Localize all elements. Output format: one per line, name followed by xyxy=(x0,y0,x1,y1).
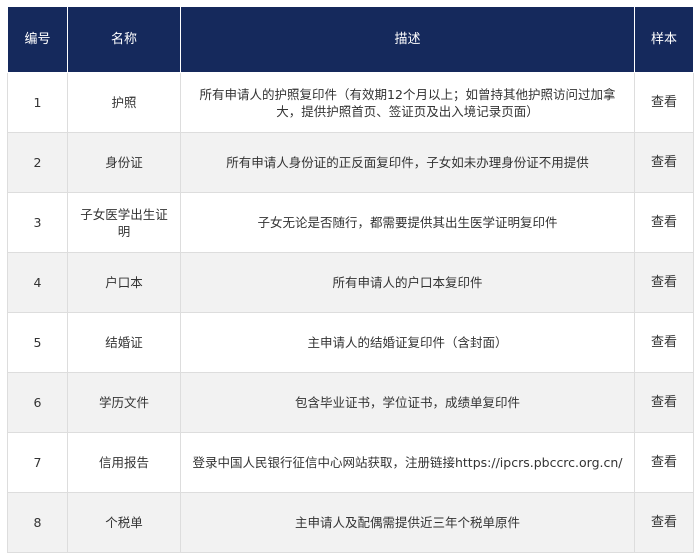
header-description: 描述 xyxy=(180,6,635,73)
row-number: 5 xyxy=(7,312,68,373)
row-description: 所有申请人的户口本复印件 xyxy=(180,252,635,313)
row-description: 登录中国人民银行征信中心网站获取，注册链接https://ipcrs.pbccr… xyxy=(180,432,635,493)
row-name: 个税单 xyxy=(67,492,181,553)
table-row: 8 个税单 主申请人及配偶需提供近三年个税单原件 查看 xyxy=(7,492,694,553)
view-sample-link[interactable]: 查看 xyxy=(634,372,694,433)
view-sample-link[interactable]: 查看 xyxy=(634,252,694,313)
table-row: 5 结婚证 主申请人的结婚证复印件（含封面） 查看 xyxy=(7,312,694,373)
view-sample-link[interactable]: 查看 xyxy=(634,492,694,553)
header-row: 编号 名称 描述 样本 xyxy=(7,6,694,73)
row-name: 子女医学出生证明 xyxy=(67,192,181,253)
row-number: 2 xyxy=(7,132,68,193)
header-name: 名称 xyxy=(67,6,181,73)
table-row: 4 户口本 所有申请人的户口本复印件 查看 xyxy=(7,252,694,313)
row-number: 8 xyxy=(7,492,68,553)
view-sample-link[interactable]: 查看 xyxy=(634,72,694,133)
row-description: 所有申请人的护照复印件（有效期12个月以上；如曾持其他护照访问过加拿大，提供护照… xyxy=(180,72,635,133)
page: 编号 名称 描述 样本 1 护照 所有申请人的护照复印件（有效期12个月以上；如… xyxy=(0,0,700,553)
header-sample: 样本 xyxy=(634,6,694,73)
table-row: 7 信用报告 登录中国人民银行征信中心网站获取，注册链接https://ipcr… xyxy=(7,432,694,493)
row-name: 结婚证 xyxy=(67,312,181,373)
row-description: 包含毕业证书，学位证书，成绩单复印件 xyxy=(180,372,635,433)
view-sample-link[interactable]: 查看 xyxy=(634,192,694,253)
row-name: 户口本 xyxy=(67,252,181,313)
row-number: 1 xyxy=(7,72,68,133)
row-number: 3 xyxy=(7,192,68,253)
row-name: 身份证 xyxy=(67,132,181,193)
row-description: 主申请人及配偶需提供近三年个税单原件 xyxy=(180,492,635,553)
view-sample-link[interactable]: 查看 xyxy=(634,432,694,493)
view-sample-link[interactable]: 查看 xyxy=(634,312,694,373)
row-name: 护照 xyxy=(67,72,181,133)
documents-table: 编号 名称 描述 样本 1 护照 所有申请人的护照复印件（有效期12个月以上；如… xyxy=(7,6,694,553)
table-row: 2 身份证 所有申请人身份证的正反面复印件，子女如未办理身份证不用提供 查看 xyxy=(7,132,694,193)
row-description: 子女无论是否随行，都需要提供其出生医学证明复印件 xyxy=(180,192,635,253)
table-row: 6 学历文件 包含毕业证书，学位证书，成绩单复印件 查看 xyxy=(7,372,694,433)
row-name: 学历文件 xyxy=(67,372,181,433)
row-number: 4 xyxy=(7,252,68,313)
table-body: 1 护照 所有申请人的护照复印件（有效期12个月以上；如曾持其他护照访问过加拿大… xyxy=(7,72,694,553)
header-number: 编号 xyxy=(7,6,68,73)
view-sample-link[interactable]: 查看 xyxy=(634,132,694,193)
row-name: 信用报告 xyxy=(67,432,181,493)
table-row: 3 子女医学出生证明 子女无论是否随行，都需要提供其出生医学证明复印件 查看 xyxy=(7,192,694,253)
row-description: 所有申请人身份证的正反面复印件，子女如未办理身份证不用提供 xyxy=(180,132,635,193)
row-number: 7 xyxy=(7,432,68,493)
row-description: 主申请人的结婚证复印件（含封面） xyxy=(180,312,635,373)
table-row: 1 护照 所有申请人的护照复印件（有效期12个月以上；如曾持其他护照访问过加拿大… xyxy=(7,72,694,133)
table-header: 编号 名称 描述 样本 xyxy=(7,6,694,73)
row-number: 6 xyxy=(7,372,68,433)
